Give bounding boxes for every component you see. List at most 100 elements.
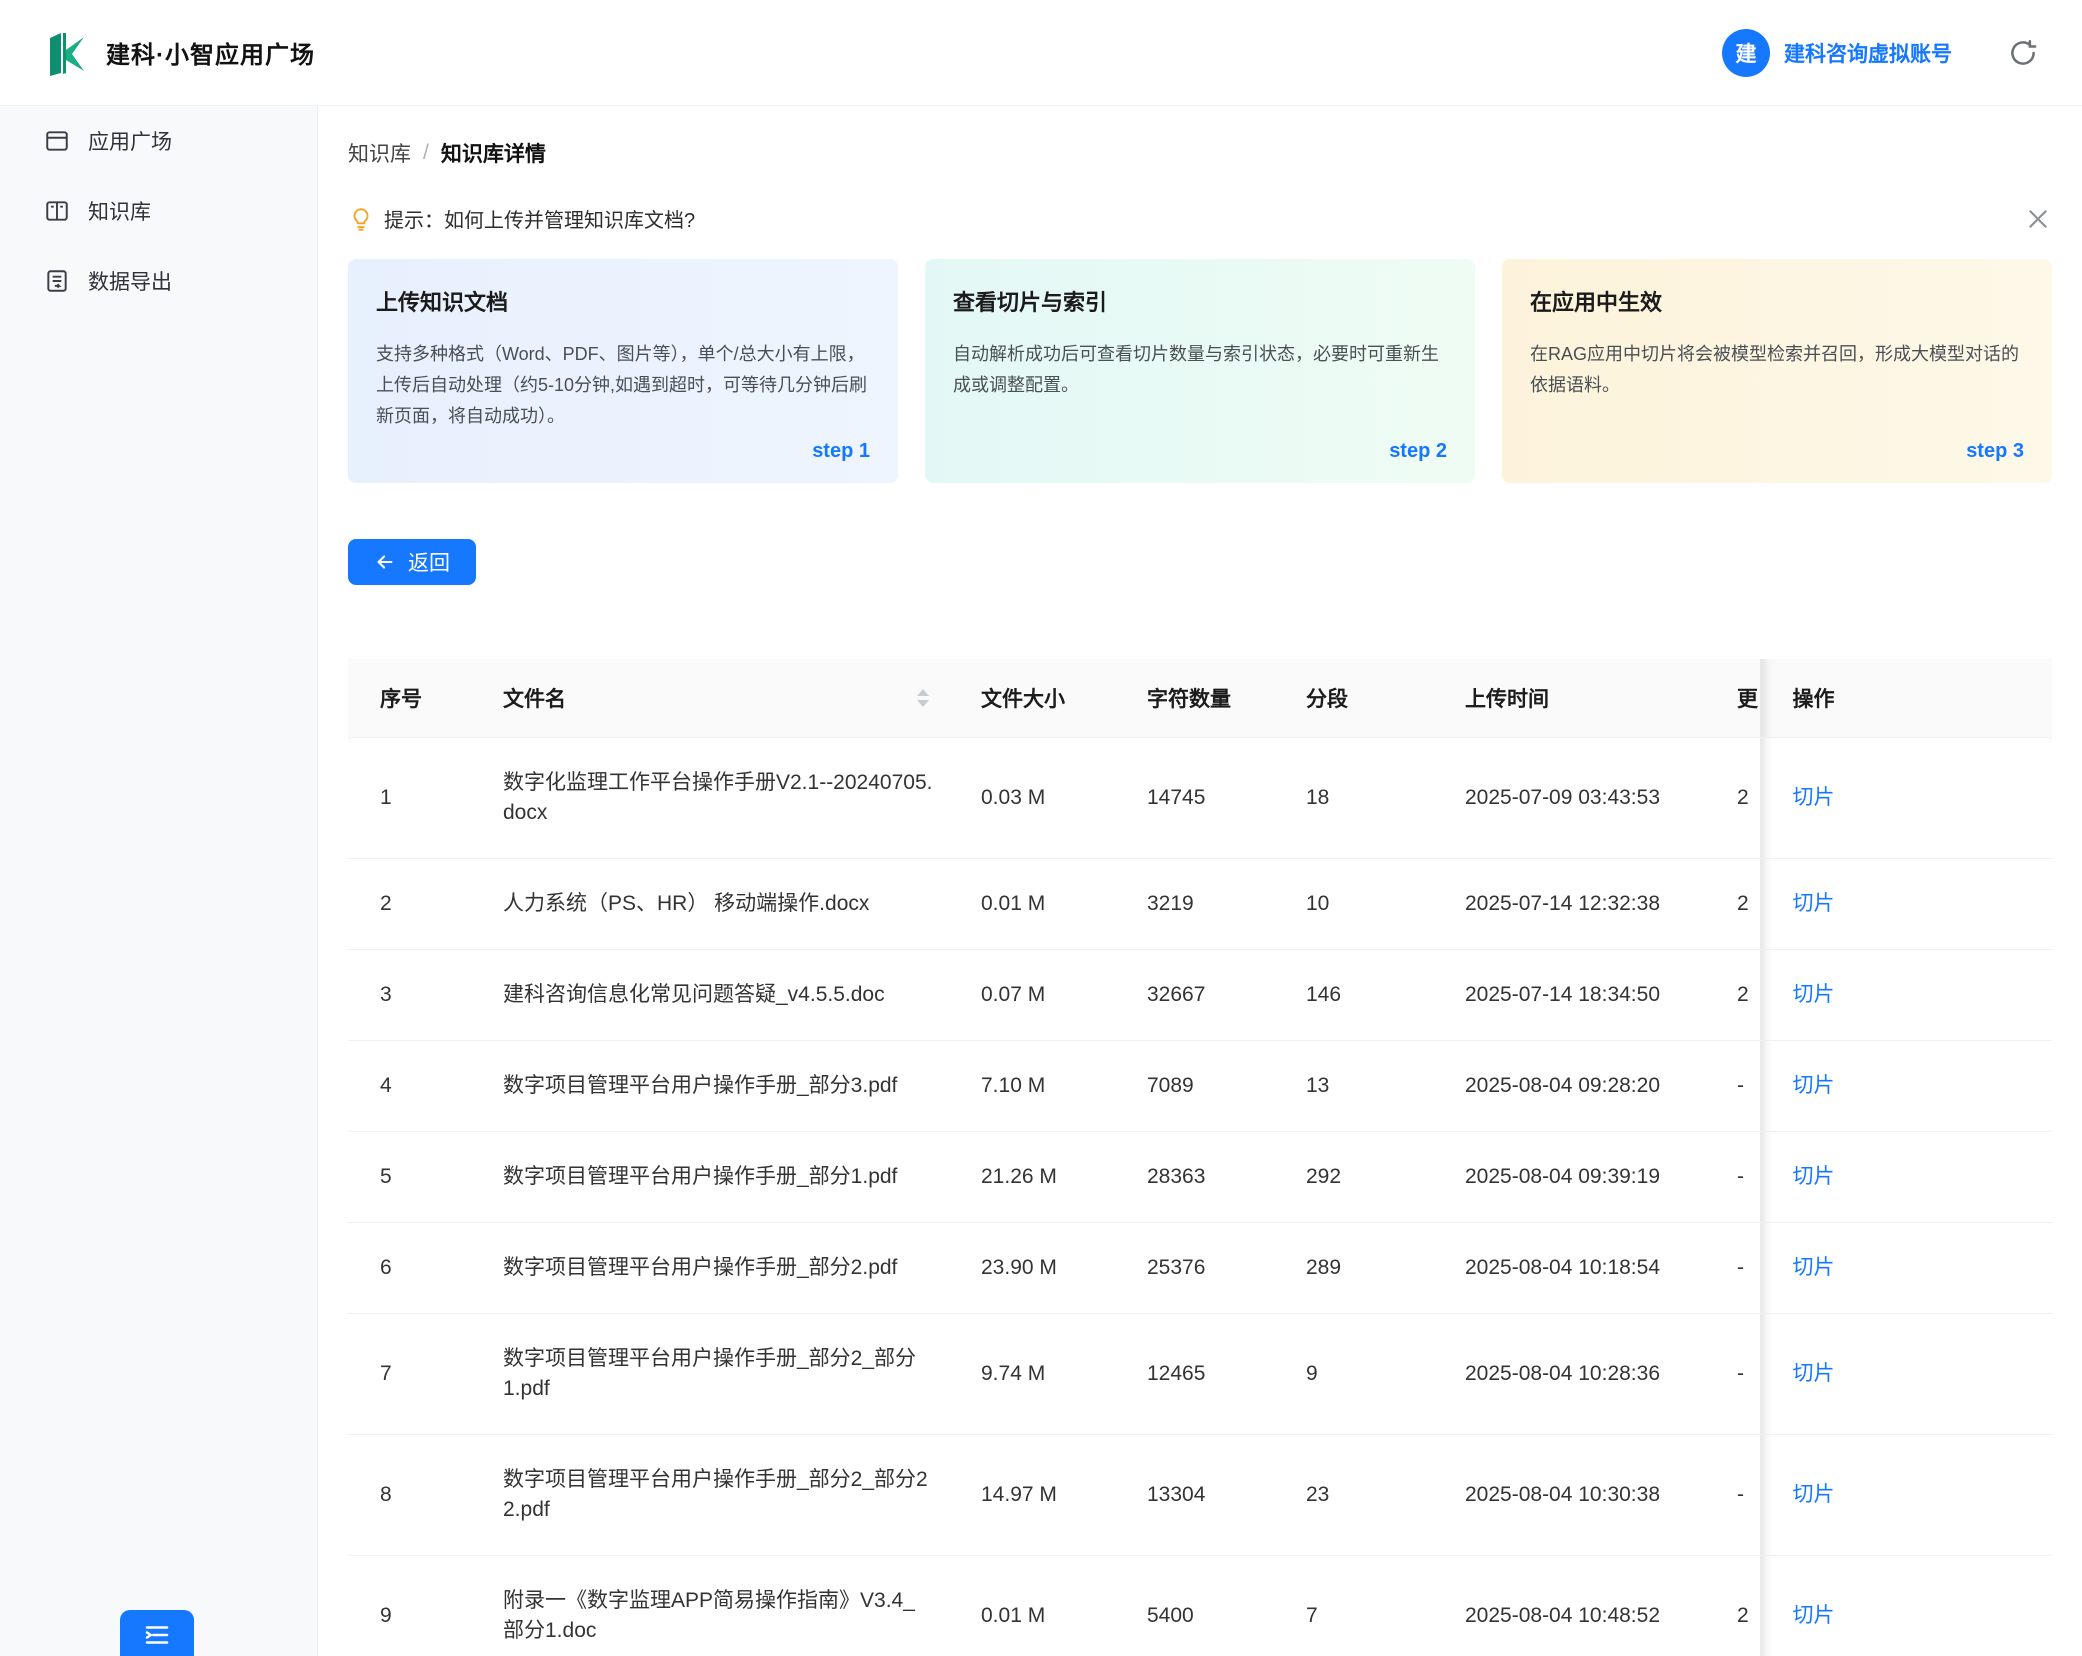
cell-truncated: 2 bbox=[1725, 1556, 1760, 1656]
cell-truncated: - bbox=[1725, 1435, 1760, 1556]
table-row: 3 建科咨询信息化常见问题答疑_v4.5.5.doc 0.07 M 32667 … bbox=[348, 950, 2052, 1041]
sort-icon[interactable] bbox=[917, 689, 929, 707]
table-row: 2 人力系统（PS、HR） 移动端操作.docx 0.01 M 3219 10 … bbox=[348, 859, 2052, 950]
table-row: 6 数字项目管理平台用户操作手册_部分2.pdf 23.90 M 25376 2… bbox=[348, 1223, 2052, 1314]
user-avatar[interactable]: 建 bbox=[1722, 29, 1770, 77]
cell-upload-time: 2025-08-04 09:28:20 bbox=[1433, 1041, 1725, 1132]
guide-cards: 上传知识文档 支持多种格式（Word、PDF、图片等），单个/总大小有上限，上传… bbox=[348, 259, 2052, 483]
cell-filename: 数字项目管理平台用户操作手册_部分1.pdf bbox=[471, 1132, 949, 1223]
cell-upload-time: 2025-08-04 10:30:38 bbox=[1433, 1435, 1725, 1556]
cell-index: 9 bbox=[348, 1556, 471, 1656]
cell-upload-time: 2025-08-04 10:28:36 bbox=[1433, 1314, 1725, 1435]
cell-segments: 146 bbox=[1274, 950, 1433, 1041]
sidebar-collapse-button[interactable] bbox=[120, 1610, 194, 1656]
slice-link[interactable]: 切片 bbox=[1793, 1256, 1835, 1279]
slice-link[interactable]: 切片 bbox=[1793, 786, 1835, 809]
cell-filename: 附录一《数字监理APP简易操作指南》V3.4_部分1.doc bbox=[471, 1556, 949, 1656]
col-header-chars: 字符数量 bbox=[1115, 659, 1274, 738]
cell-filename: 数字化监理工作平台操作手册V2.1--20240705.docx bbox=[471, 738, 949, 859]
cell-action: 切片 bbox=[1760, 1435, 2052, 1556]
app-plaza-icon bbox=[44, 128, 70, 154]
cell-upload-time: 2025-07-14 12:32:38 bbox=[1433, 859, 1725, 950]
close-icon[interactable] bbox=[2024, 205, 2052, 233]
back-button[interactable]: 返回 bbox=[348, 539, 476, 585]
cell-index: 7 bbox=[348, 1314, 471, 1435]
cell-size: 0.01 M bbox=[949, 859, 1115, 950]
tip-text: 提示：如何上传并管理知识库文档? bbox=[384, 204, 695, 233]
cell-segments: 23 bbox=[1274, 1435, 1433, 1556]
cell-truncated: - bbox=[1725, 1314, 1760, 1435]
step-label: step 2 bbox=[953, 440, 1447, 463]
slice-link[interactable]: 切片 bbox=[1793, 1362, 1835, 1385]
cell-upload-time: 2025-08-04 10:48:52 bbox=[1433, 1556, 1725, 1656]
cell-action: 切片 bbox=[1760, 1314, 2052, 1435]
guide-card-upload: 上传知识文档 支持多种格式（Word、PDF、图片等），单个/总大小有上限，上传… bbox=[348, 259, 898, 483]
cell-chars: 25376 bbox=[1115, 1223, 1274, 1314]
knowledge-base-icon bbox=[44, 198, 70, 224]
cell-index: 3 bbox=[348, 950, 471, 1041]
cell-filename: 数字项目管理平台用户操作手册_部分2_部分1.pdf bbox=[471, 1314, 949, 1435]
tip-banner: 提示：如何上传并管理知识库文档? bbox=[348, 204, 2052, 233]
top-header: 建科·小智应用广场 建 建科咨询虚拟账号 bbox=[0, 0, 2082, 106]
main-content: 知识库 / 知识库详情 提示：如何上传并管理知识库文档? 上传知识文档 支持多种… bbox=[318, 106, 2082, 1656]
cell-chars: 7089 bbox=[1115, 1041, 1274, 1132]
cell-filename: 数字项目管理平台用户操作手册_部分2.pdf bbox=[471, 1223, 949, 1314]
sidebar-item-knowledge-base[interactable]: 知识库 bbox=[0, 176, 317, 246]
card-title: 在应用中生效 bbox=[1530, 285, 2024, 317]
table-row: 5 数字项目管理平台用户操作手册_部分1.pdf 21.26 M 28363 2… bbox=[348, 1132, 2052, 1223]
cell-action: 切片 bbox=[1760, 1132, 2052, 1223]
sidebar: 应用广场 知识库 数据导出 bbox=[0, 106, 318, 1656]
card-body: 自动解析成功后可查看切片数量与索引状态，必要时可重新生成或调整配置。 bbox=[953, 339, 1447, 401]
cell-truncated: 2 bbox=[1725, 859, 1760, 950]
breadcrumb-separator: / bbox=[423, 141, 429, 165]
col-header-size: 文件大小 bbox=[949, 659, 1115, 738]
cell-chars: 12465 bbox=[1115, 1314, 1274, 1435]
sidebar-item-label: 数据导出 bbox=[88, 266, 172, 296]
cell-chars: 3219 bbox=[1115, 859, 1274, 950]
account-name[interactable]: 建科咨询虚拟账号 bbox=[1784, 38, 1952, 68]
breadcrumb: 知识库 / 知识库详情 bbox=[348, 106, 2052, 168]
slice-link[interactable]: 切片 bbox=[1793, 1604, 1835, 1627]
cell-action: 切片 bbox=[1760, 950, 2052, 1041]
cell-size: 9.74 M bbox=[949, 1314, 1115, 1435]
cell-index: 5 bbox=[348, 1132, 471, 1223]
card-title: 查看切片与索引 bbox=[953, 285, 1447, 317]
sidebar-item-label: 应用广场 bbox=[88, 126, 172, 156]
table-row: 9 附录一《数字监理APP简易操作指南》V3.4_部分1.doc 0.01 M … bbox=[348, 1556, 2052, 1656]
slice-link[interactable]: 切片 bbox=[1793, 1483, 1835, 1506]
cell-size: 23.90 M bbox=[949, 1223, 1115, 1314]
sidebar-item-label: 知识库 bbox=[88, 196, 151, 226]
cell-action: 切片 bbox=[1760, 1041, 2052, 1132]
col-header-filename: 文件名 bbox=[471, 659, 949, 738]
cell-filename: 数字项目管理平台用户操作手册_部分3.pdf bbox=[471, 1041, 949, 1132]
cell-size: 21.26 M bbox=[949, 1132, 1115, 1223]
logout-icon[interactable] bbox=[2008, 38, 2038, 68]
step-label: step 3 bbox=[1530, 440, 2024, 463]
cell-segments: 18 bbox=[1274, 738, 1433, 859]
sidebar-item-app-plaza[interactable]: 应用广场 bbox=[0, 106, 317, 176]
slice-link[interactable]: 切片 bbox=[1793, 1165, 1835, 1188]
sidebar-item-data-export[interactable]: 数据导出 bbox=[0, 246, 317, 316]
slice-link[interactable]: 切片 bbox=[1793, 1074, 1835, 1097]
card-body: 在RAG应用中切片将会被模型检索并召回，形成大模型对话的依据语料。 bbox=[1530, 339, 2024, 401]
cell-chars: 5400 bbox=[1115, 1556, 1274, 1656]
slice-link[interactable]: 切片 bbox=[1793, 892, 1835, 915]
table-row: 7 数字项目管理平台用户操作手册_部分2_部分1.pdf 9.74 M 1246… bbox=[348, 1314, 2052, 1435]
cell-truncated: 2 bbox=[1725, 738, 1760, 859]
cell-chars: 14745 bbox=[1115, 738, 1274, 859]
col-header-index: 序号 bbox=[348, 659, 471, 738]
col-header-truncated: 更 bbox=[1725, 659, 1760, 738]
cell-action: 切片 bbox=[1760, 1223, 2052, 1314]
guide-card-slices: 查看切片与索引 自动解析成功后可查看切片数量与索引状态，必要时可重新生成或调整配… bbox=[925, 259, 1475, 483]
cell-action: 切片 bbox=[1760, 859, 2052, 950]
cell-segments: 9 bbox=[1274, 1314, 1433, 1435]
step-label: step 1 bbox=[376, 440, 870, 463]
cell-index: 8 bbox=[348, 1435, 471, 1556]
cell-chars: 32667 bbox=[1115, 950, 1274, 1041]
table-row: 8 数字项目管理平台用户操作手册_部分2_部分22.pdf 14.97 M 13… bbox=[348, 1435, 2052, 1556]
cell-truncated: 2 bbox=[1725, 950, 1760, 1041]
cell-action: 切片 bbox=[1760, 738, 2052, 859]
breadcrumb-parent[interactable]: 知识库 bbox=[348, 138, 411, 168]
cell-segments: 292 bbox=[1274, 1132, 1433, 1223]
slice-link[interactable]: 切片 bbox=[1793, 983, 1835, 1006]
